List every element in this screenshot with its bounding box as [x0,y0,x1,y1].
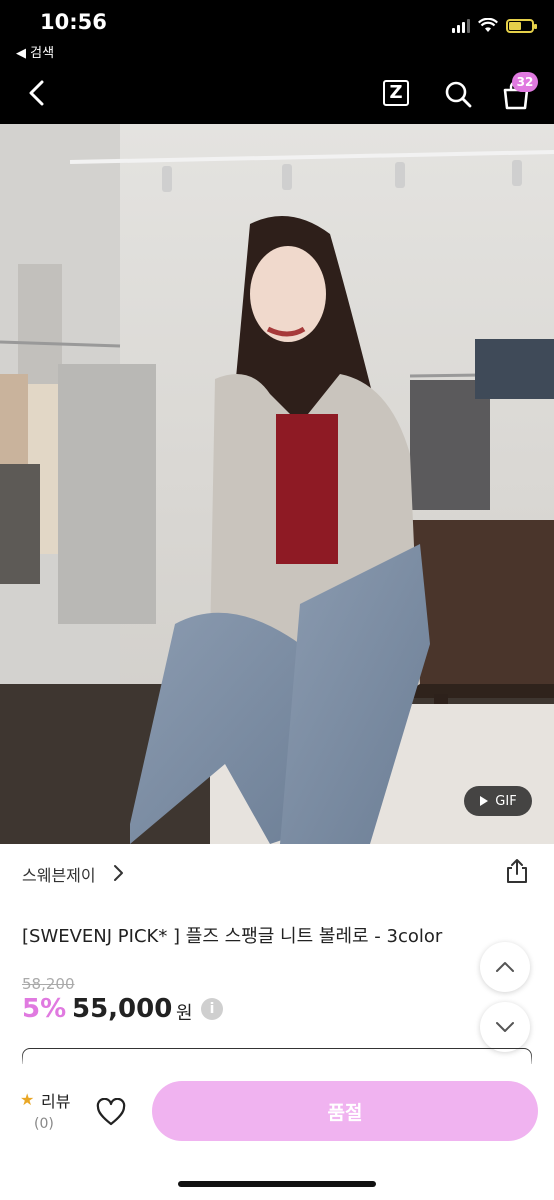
original-price: 58,200 [22,975,75,993]
product-photo[interactable] [0,124,554,844]
brand-name-link[interactable]: 스웨븐제이 [22,862,96,886]
scroll-up-button[interactable] [480,942,530,992]
scroll-down-button[interactable] [480,1002,530,1052]
back-arrow-icon[interactable] [26,80,48,106]
signal-icon [452,18,470,33]
status-time: 10:56 [40,10,107,34]
heart-icon[interactable] [96,1098,126,1126]
battery-icon [506,18,537,33]
back-to-app-link[interactable]: ◀ 검색 [16,42,54,61]
chevron-down-icon [496,1022,514,1032]
wifi-icon [478,18,498,32]
currency-label: 원 [176,1003,193,1024]
z-icon[interactable]: Z [383,80,409,106]
price-info-icon[interactable]: i [201,998,223,1020]
home-indicator [178,1181,376,1187]
discount-rate: 5% [22,994,67,1024]
review-count: (0) [34,1116,54,1132]
cart-count-badge: 32 [512,72,538,92]
search-icon[interactable] [444,80,472,108]
product-title: [SWEVENJ PICK* ] 플즈 스팽글 니트 볼레로 - 3color [22,926,443,947]
status-icons [452,18,537,33]
sale-price: 55,000 [72,994,173,1024]
gif-label: GIF [495,793,517,809]
gif-toggle[interactable]: GIF [464,786,532,816]
chevron-right-icon[interactable] [112,864,124,882]
review-link[interactable]: 리뷰 [41,1088,70,1112]
star-icon: ★ [20,1090,35,1109]
sold-out-button[interactable]: 품절 [152,1081,538,1141]
play-icon [480,796,489,806]
chevron-up-icon [496,962,514,972]
share-icon[interactable] [505,858,529,884]
